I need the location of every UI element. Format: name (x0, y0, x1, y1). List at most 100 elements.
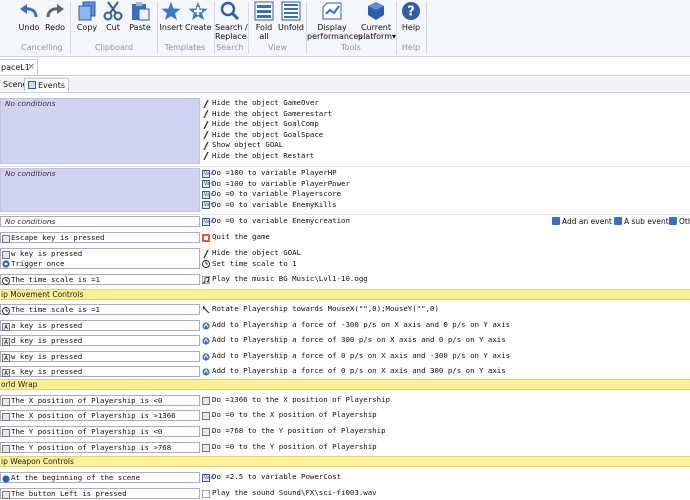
add-other-button[interactable]: Oth (669, 216, 690, 227)
event-actions[interactable]: Var Do =2.5 to variable PowerCost (201, 472, 690, 483)
event-row[interactable]: No conditions Hide the object GameOver H… (0, 98, 690, 164)
event-conditions[interactable]: The Y position of Playership is >768 (0, 442, 200, 453)
tab-scene-document[interactable]: paceL1 × (0, 59, 38, 75)
action-line[interactable]: Add to Playership a force of 0 p/s on X … (201, 366, 690, 377)
event-row[interactable]: The Y position of Playership is <0 Do =7… (0, 426, 690, 437)
event-conditions[interactable]: The button Left is pressed (0, 488, 200, 499)
undo-button[interactable]: Undo (17, 1, 41, 32)
event-actions[interactable]: Play the music BG Music\Lvl1-10.ogg (201, 274, 690, 285)
condition-line[interactable]: At the beginning of the scene (1, 473, 199, 483)
action-line[interactable]: Hide the object GOAL (201, 248, 690, 259)
tab-events[interactable]: Events (24, 78, 70, 92)
event-row[interactable]: No conditions Var Do =100 to variable Pla… (0, 168, 690, 212)
condition-line[interactable]: Ad key is pressed (1, 336, 199, 346)
event-actions[interactable]: Do =768 to the Y position of Playership (201, 426, 690, 437)
action-line[interactable]: Hide the object GoalComp (201, 119, 690, 130)
event-row[interactable]: Aw key is pressed Add to Playership a fo… (0, 351, 690, 362)
event-actions[interactable]: Hide the object GameOver Hide the object… (201, 98, 690, 164)
event-conditions[interactable]: No conditions (0, 216, 200, 227)
condition-line[interactable]: w key is pressed (1, 249, 199, 259)
help-button[interactable]: ? Help (398, 1, 424, 32)
condition-line[interactable]: Aa key is pressed (1, 321, 199, 331)
event-row[interactable]: The time scale is =1 Play the music BG M… (0, 274, 690, 285)
condition-line[interactable]: The time scale is =1 (1, 305, 199, 315)
condition-line[interactable]: The Y position of Playership is <0 (1, 427, 199, 437)
event-conditions[interactable]: The X position of Playership is <0 (0, 395, 200, 406)
event-conditions[interactable]: No conditions (0, 168, 200, 212)
event-row[interactable]: The Y position of Playership is >768 Do … (0, 442, 690, 453)
redo-button[interactable]: Redo (43, 1, 67, 32)
condition-line[interactable]: The Y position of Playership is >768 (1, 443, 199, 453)
copy-button[interactable]: Copy (75, 1, 99, 32)
action-line[interactable]: Rotate Playership towards MouseX("",0);M… (201, 304, 690, 315)
event-conditions[interactable]: The time scale is =1 (0, 304, 200, 315)
event-actions[interactable]: Do =0 to the X position of Playership (201, 410, 690, 421)
action-line[interactable]: Quit the game (201, 232, 690, 243)
action-line[interactable]: Var Do =0 to variable Playerscore (201, 189, 690, 200)
event-conditions[interactable]: Aa key is pressed (0, 320, 200, 331)
event-conditions[interactable]: As key is pressed (0, 366, 200, 377)
action-line[interactable]: Do =768 to the Y position of Playership (201, 426, 690, 437)
action-line[interactable]: Hide the object GoalSpace (201, 130, 690, 141)
condition-line[interactable]: The button Left is pressed (1, 489, 199, 499)
condition-line[interactable]: The X position of Playership is >1366 (1, 411, 199, 421)
action-line[interactable]: Play the sound Sound\FX\sci-fi003.wav (201, 488, 690, 499)
condition-line[interactable]: No conditions (1, 217, 199, 226)
event-actions[interactable]: Rotate Playership towards MouseX("",0);M… (201, 304, 690, 315)
add-event-button[interactable]: Add an event (552, 216, 612, 227)
action-line[interactable]: Play the music BG Music\Lvl1-10.ogg (201, 274, 690, 285)
event-conditions[interactable]: Ad key is pressed (0, 335, 200, 346)
event-conditions[interactable]: The Y position of Playership is <0 (0, 426, 200, 437)
event-actions[interactable]: Do =1366 to the X position of Playership (201, 395, 690, 406)
search-replace-button[interactable]: Search / Replace (215, 1, 248, 41)
action-line[interactable]: Hide the object GameOver (201, 98, 690, 109)
event-actions[interactable]: Add to Playership a force of 300 p/s on … (201, 335, 690, 346)
unfold-button[interactable]: Unfold (278, 1, 304, 32)
action-line[interactable]: Var Do =2.5 to variable PowerCost (201, 472, 690, 483)
event-actions[interactable]: Quit the game (201, 232, 690, 243)
event-row[interactable]: w key is pressed Trigger once Hide the o… (0, 248, 690, 269)
add-sub-event-button[interactable]: A sub event (614, 216, 669, 227)
event-conditions[interactable]: Escape key is pressed (0, 232, 200, 243)
action-line[interactable]: Do =1366 to the X position of Playership (201, 395, 690, 406)
event-conditions[interactable]: w key is pressed Trigger once (0, 248, 200, 269)
event-row[interactable]: Ad key is pressed Add to Playership a fo… (0, 335, 690, 346)
paste-button[interactable]: Paste (127, 1, 153, 32)
action-line[interactable]: Add to Playership a force of 300 p/s on … (201, 335, 690, 346)
event-conditions[interactable]: At the beginning of the scene (0, 472, 200, 483)
event-actions[interactable]: Play the sound Sound\FX\sci-fi003.wav (201, 488, 690, 499)
action-line[interactable]: Show object GOAL (201, 140, 690, 151)
event-conditions[interactable]: No conditions (0, 98, 200, 164)
action-line[interactable]: Var Do =0 to variable EnemyKills (201, 200, 690, 211)
event-actions[interactable]: Add to Playership a force of -300 p/s on… (201, 320, 690, 331)
event-row[interactable]: Escape key is pressed Quit the game (0, 232, 690, 243)
condition-line[interactable]: Aw key is pressed (1, 352, 199, 362)
cut-button[interactable]: Cut (101, 1, 125, 32)
action-line[interactable]: Hide the object Restart (201, 151, 690, 162)
event-conditions[interactable]: The X position of Playership is >1366 (0, 410, 200, 421)
comment-ship-movement[interactable]: ip Movement Controls (0, 289, 690, 300)
event-row[interactable]: At the beginning of the scene Var Do =2.5… (0, 472, 690, 483)
current-platform-button[interactable]: Current platform▾ (358, 1, 396, 41)
action-line[interactable]: Var Do =100 to variable PlayerHP (201, 168, 690, 179)
event-row[interactable]: No conditions Var Do =0 to variable Enemy… (0, 216, 690, 227)
action-line[interactable]: Set time scale to 1 (201, 259, 690, 270)
comment-world-wrap[interactable]: orld Wrap (0, 379, 690, 390)
condition-line[interactable]: No conditions (1, 99, 199, 110)
event-conditions[interactable]: Aw key is pressed (0, 351, 200, 362)
event-actions[interactable]: Add to Playership a force of 0 p/s on X … (201, 351, 690, 362)
event-row[interactable]: The X position of Playership is >1366 Do… (0, 410, 690, 421)
event-actions[interactable]: Var Do =0 to variable Enemycreation (201, 216, 541, 227)
condition-line[interactable]: The time scale is =1 (1, 275, 199, 285)
condition-line[interactable]: Trigger once (1, 259, 199, 269)
display-performances-button[interactable]: Display performances (307, 1, 362, 41)
action-line[interactable]: Hide the object Gamerestart (201, 109, 690, 120)
fold-all-button[interactable]: Fold all (251, 1, 277, 41)
event-conditions[interactable]: The time scale is =1 (0, 274, 200, 285)
action-line[interactable]: Var Do =0 to variable Enemycreation (201, 216, 541, 227)
close-tab-icon[interactable]: × (27, 60, 35, 75)
event-actions[interactable]: Do =0 to the Y position of Playership (201, 442, 690, 453)
event-actions[interactable]: Hide the object GOAL Set time scale to 1 (201, 248, 690, 269)
create-button[interactable]: Create (185, 1, 212, 32)
condition-line[interactable]: No conditions (1, 169, 199, 180)
